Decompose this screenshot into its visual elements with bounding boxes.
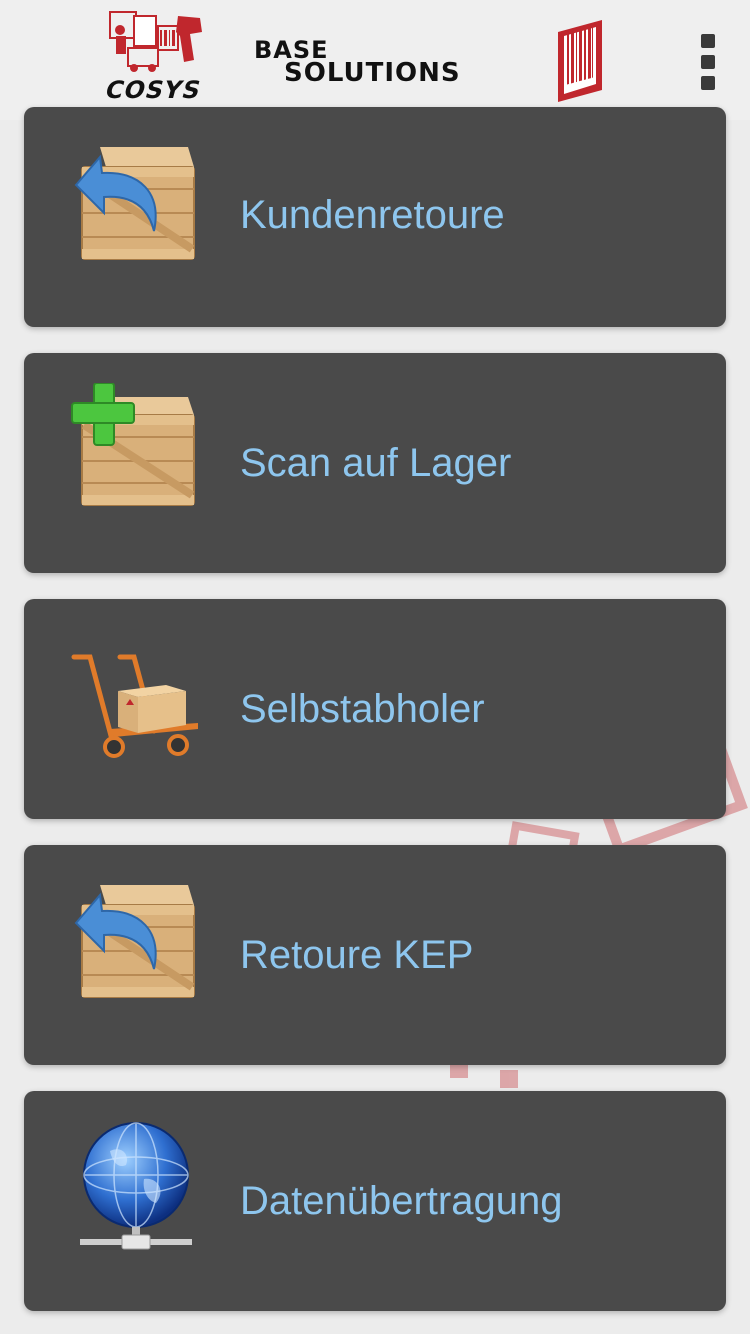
network-globe-icon <box>80 1122 192 1250</box>
crate-return-icon <box>74 885 195 998</box>
crate-return-icon <box>74 147 195 260</box>
main-menu: Kundenretoure Scan auf Lager Selbstabhol… <box>0 0 750 1334</box>
menu-tile-retoure-kep[interactable]: Retoure KEP <box>24 845 726 1065</box>
menu-tile-label: Scan auf Lager <box>240 440 512 485</box>
menu-tile-label: Selbstabholer <box>240 686 485 731</box>
menu-tile-selbstabholer[interactable]: Selbstabholer <box>24 599 726 819</box>
hand-truck-icon <box>71 654 198 758</box>
menu-tile-kundenretoure[interactable]: Kundenretoure <box>24 107 726 327</box>
menu-tile-datenuebertragung[interactable]: Datenübertragung <box>24 1091 726 1311</box>
menu-tile-label: Retoure KEP <box>240 932 474 977</box>
menu-tile-label: Datenübertragung <box>240 1178 563 1223</box>
menu-tile-label: Kundenretoure <box>240 192 505 237</box>
menu-tile-scan-auf-lager[interactable]: Scan auf Lager <box>24 353 726 573</box>
crate-add-icon <box>71 383 195 506</box>
